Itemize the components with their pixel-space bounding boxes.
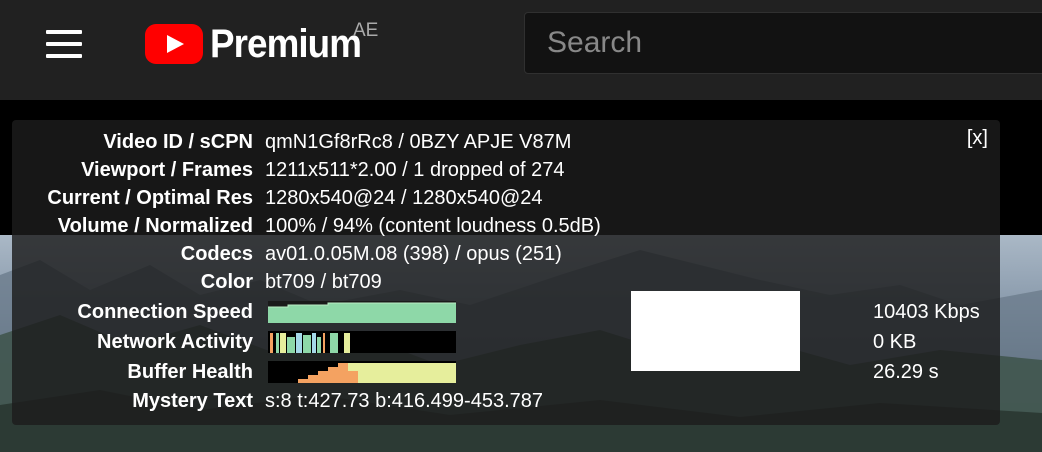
stat-label: Current / Optimal Res — [47, 187, 253, 209]
stat-label: Connection Speed — [77, 301, 253, 323]
stat-value: 1211x511*2.00 / 1 dropped of 274 — [265, 159, 565, 181]
stat-value: s:8 t:427.73 b:416.499-453.787 — [265, 390, 544, 412]
buffer-health-graph — [268, 361, 456, 383]
youtube-play-icon — [145, 24, 203, 64]
youtube-premium-logo[interactable]: Premium — [145, 22, 374, 66]
stat-value: qmN1Gf8rRc8 / 0BZY APJE V87M — [265, 131, 572, 153]
video-player[interactable]: [x] Video ID / sCPN qmN1Gf8rRc8 / 0BZY A… — [0, 100, 1042, 452]
stat-label: Codecs — [180, 243, 253, 265]
network-activity-sparkline — [270, 333, 350, 353]
stat-label: Network Activity — [97, 331, 253, 353]
region-code: AE — [353, 20, 379, 41]
connection-speed-graph — [268, 301, 456, 323]
stats-graph-overlay — [631, 291, 800, 371]
buffer-health-value: 26.29 s — [873, 361, 939, 383]
buffer-health-sparkline — [288, 363, 456, 383]
stat-label: Video ID / sCPN — [103, 131, 253, 153]
search-box[interactable] — [524, 12, 1042, 74]
network-activity-value: 0 KB — [873, 331, 917, 353]
connection-speed-value: 10403 Kbps — [873, 301, 980, 323]
stat-label: Viewport / Frames — [81, 159, 253, 181]
logo-text: Premium — [210, 21, 362, 66]
stat-value: av01.0.05M.08 (398) / opus (251) — [265, 243, 562, 265]
close-stats-button[interactable]: [x] — [967, 127, 988, 150]
connection-speed-sparkline — [268, 301, 456, 323]
masthead: Premium AE — [0, 0, 1042, 100]
stat-value: 100% / 94% (content loudness 0.5dB) — [265, 215, 601, 237]
stat-label: Volume / Normalized — [57, 215, 253, 237]
stat-label: Mystery Text — [132, 390, 253, 412]
stat-value: bt709 / bt709 — [265, 271, 382, 293]
stat-value: 1280x540@24 / 1280x540@24 — [265, 187, 543, 209]
stat-label: Buffer Health — [127, 361, 253, 383]
network-activity-graph — [268, 331, 456, 353]
search-input[interactable] — [525, 13, 1042, 73]
stats-for-nerds-panel: [x] Video ID / sCPN qmN1Gf8rRc8 / 0BZY A… — [12, 120, 1000, 425]
stat-label: Color — [200, 271, 253, 293]
hamburger-menu-icon[interactable] — [46, 30, 82, 58]
